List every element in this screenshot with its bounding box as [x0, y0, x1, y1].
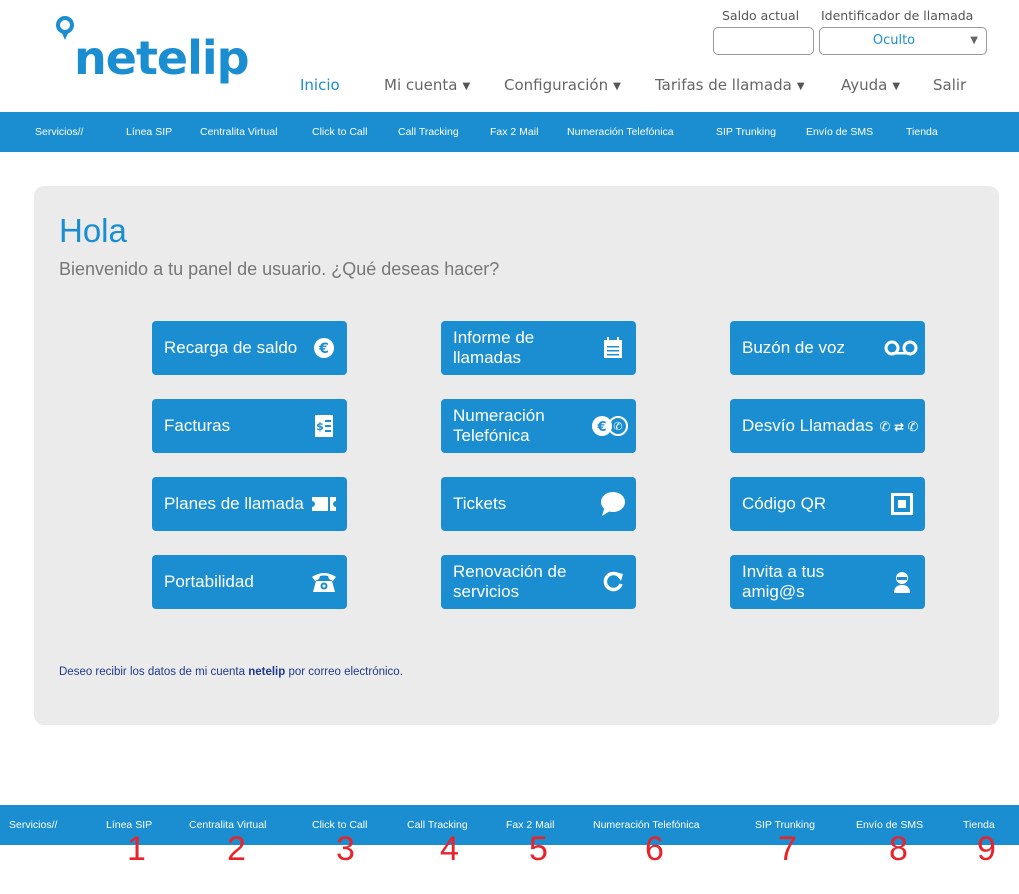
annotation-number: 1: [127, 830, 146, 868]
nav-label: Ayuda: [841, 76, 888, 94]
annotation-number: 2: [227, 830, 246, 868]
service-link[interactable]: Call Tracking: [398, 112, 459, 152]
tile-label: Planes de llamada: [164, 494, 304, 513]
svg-text:✆: ✆: [613, 420, 622, 433]
footer-prefix: Deseo recibir los datos de mi cuenta: [59, 666, 249, 678]
caret-down-icon: ▼: [892, 81, 901, 92]
nav-label: Tarifas de llamada: [655, 76, 792, 94]
tile-label: Invita a tus amig@s: [742, 562, 825, 601]
refresh-icon: [600, 570, 626, 594]
call-forward-icon: ✆ ⇄ ✆: [879, 414, 919, 438]
nav-label: Configuración: [504, 76, 609, 94]
nav-configuracion[interactable]: Configuración ▼: [504, 76, 621, 94]
ticket-icon: [311, 492, 337, 516]
email-account-data-link[interactable]: Deseo recibir los datos de mi cuenta net…: [59, 666, 403, 678]
recarga-saldo-button[interactable]: Recarga de saldo €: [152, 321, 347, 375]
caller-id-value: Oculto: [872, 33, 916, 48]
annotation-number: 7: [778, 830, 797, 868]
chevron-down-icon: ▼: [970, 35, 978, 46]
service-link[interactable]: Servicios//: [9, 805, 57, 845]
caret-down-icon: ▼: [462, 81, 471, 92]
services-bar-bottom: Servicios// Línea SIP Centralita Virtual…: [0, 805, 1019, 845]
svg-text:€: €: [596, 420, 606, 435]
nav-mi-cuenta[interactable]: Mi cuenta ▼: [384, 76, 470, 94]
tile-label: Facturas: [164, 416, 231, 435]
caret-down-icon: ▼: [613, 81, 621, 92]
saldo-field[interactable]: [713, 27, 814, 55]
qr-icon: [889, 492, 915, 516]
svg-text:✆: ✆: [908, 420, 918, 435]
voicemail-icon: [883, 336, 919, 360]
informe-llamadas-button[interactable]: Informe de llamadas: [441, 321, 636, 375]
main-nav: Inicio Mi cuenta ▼ Configuración ▼ Tarifas…: [0, 76, 1019, 98]
annotation-number: 4: [440, 830, 459, 868]
annotation-number: 8: [889, 830, 908, 868]
portabilidad-button[interactable]: Portabilidad: [152, 555, 347, 609]
footer-brand: netelip: [248, 666, 286, 678]
service-link[interactable]: Tienda: [906, 112, 938, 152]
footer-suffix: por correo electrónico.: [285, 666, 403, 678]
buzon-voz-button[interactable]: Buzón de voz: [730, 321, 925, 375]
saldo-label: Saldo actual: [722, 8, 800, 23]
invita-amigos-button[interactable]: Invita a tus amig@s: [730, 555, 925, 609]
nav-salir[interactable]: Salir: [933, 76, 966, 94]
tile-label: Recarga de saldo: [164, 338, 298, 357]
service-link[interactable]: Centralita Virtual: [200, 112, 277, 152]
tile-label: Código QR: [742, 494, 827, 513]
svg-text:⇄: ⇄: [894, 420, 904, 434]
renovacion-servicios-button[interactable]: Renovación de servicios: [441, 555, 636, 609]
service-link[interactable]: Servicios//: [35, 112, 83, 152]
tile-label: Buzón de voz: [742, 338, 846, 357]
svg-text:✆: ✆: [880, 420, 890, 435]
planes-llamada-button[interactable]: Planes de llamada: [152, 477, 347, 531]
tile-label: Desvío Llamadas: [742, 416, 874, 435]
service-link[interactable]: Envío de SMS: [806, 112, 873, 152]
service-link[interactable]: Numeración Telefónica: [567, 112, 674, 152]
welcome-text: Bienvenido a tu panel de usuario. ¿Qué d…: [59, 259, 500, 279]
euro-icon: €: [311, 336, 337, 360]
service-link[interactable]: Línea SIP: [126, 112, 172, 152]
facturas-button[interactable]: Facturas $: [152, 399, 347, 453]
tickets-button[interactable]: Tickets: [441, 477, 636, 531]
services-bar-top: Servicios// Línea SIP Centralita Virtual…: [0, 112, 1019, 152]
greeting-heading: Hola: [59, 212, 127, 249]
tile-label: Numeración Telefónica: [453, 406, 545, 445]
annotation-number: 3: [336, 830, 355, 868]
tile-label: Portabilidad: [164, 572, 254, 591]
location-pin-icon: [56, 16, 74, 40]
annotation-number: 6: [645, 830, 664, 868]
svg-text:$: $: [316, 420, 324, 433]
numeracion-telefonica-button[interactable]: Numeración Telefónica € ✆: [441, 399, 636, 453]
telephone-icon: [311, 570, 337, 594]
nav-tarifas[interactable]: Tarifas de llamada ▼: [655, 76, 805, 94]
desvio-llamadas-button[interactable]: Desvío Llamadas ✆ ⇄ ✆: [730, 399, 925, 453]
chat-bubble-icon: [600, 492, 626, 516]
codigo-qr-button[interactable]: Código QR: [730, 477, 925, 531]
nav-label: Inicio: [300, 76, 340, 94]
user-icon: [889, 570, 915, 594]
caret-down-icon: ▼: [796, 81, 805, 92]
service-link[interactable]: SIP Trunking: [716, 112, 776, 152]
account-labels: Saldo actual Identificador de llamada: [700, 8, 1000, 28]
tile-label: Informe de llamadas: [453, 328, 535, 367]
nav-inicio[interactable]: Inicio: [300, 76, 340, 94]
annotation-number: 5: [529, 830, 548, 868]
nav-label: Salir: [933, 76, 967, 94]
service-link[interactable]: Click to Call: [312, 112, 367, 152]
caller-id-select[interactable]: Oculto ▼: [819, 27, 987, 55]
invoice-icon: $: [311, 414, 337, 438]
annotation-number: 9: [977, 830, 996, 868]
tile-label: Renovación de servicios: [453, 562, 567, 601]
svg-text:€: €: [318, 341, 329, 357]
service-link[interactable]: Fax 2 Mail: [490, 112, 538, 152]
euro-phone-icon: € ✆: [590, 414, 630, 438]
tile-label: Tickets: [453, 494, 507, 513]
nav-label: Mi cuenta: [384, 76, 458, 94]
caller-id-label: Identificador de llamada: [821, 8, 974, 23]
nav-ayuda[interactable]: Ayuda ▼: [841, 76, 900, 94]
calendar-icon: [600, 336, 626, 360]
